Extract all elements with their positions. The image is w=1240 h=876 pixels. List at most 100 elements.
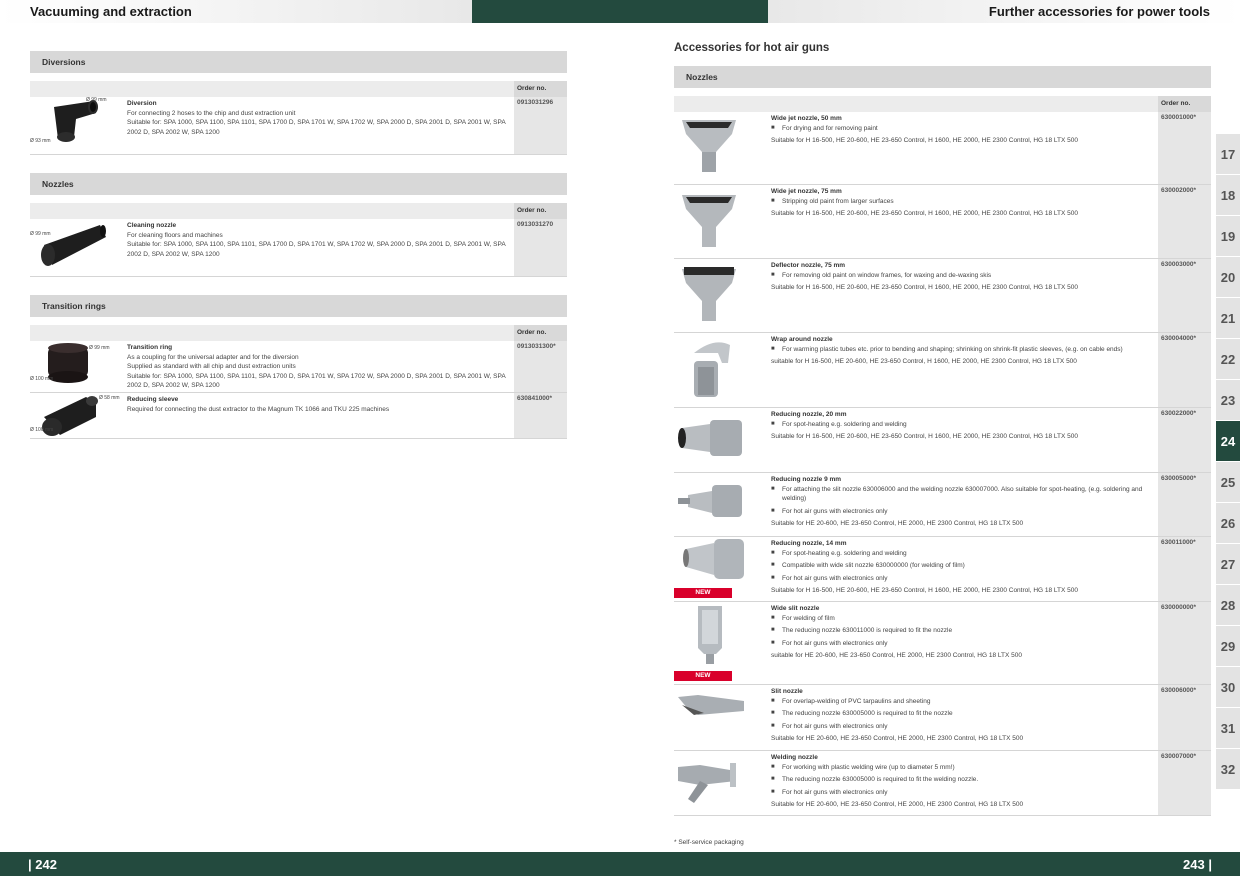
feature-item: ■ For hot air guns with electronics only bbox=[771, 788, 888, 796]
bullet-square-icon: ■ bbox=[771, 345, 775, 352]
bullet-square-icon: ■ bbox=[771, 763, 775, 770]
order-column-label: Order no. bbox=[514, 81, 567, 97]
dimension-label: Ø 99 mm bbox=[86, 97, 107, 103]
feature-item: ■ For drying and for removing paint bbox=[771, 124, 878, 132]
product-row: Reducing nozzle 9 mm ■ For attaching the … bbox=[674, 473, 1211, 537]
product-description: Wide slit nozzle ■ For welding of film ■ T… bbox=[771, 602, 1158, 684]
dimension-label: Ø 99 mm bbox=[89, 345, 110, 351]
feature-item: ■ For hot air guns with electronics only bbox=[771, 507, 888, 515]
compatibility-text: Suitable for HE 20-600, HE 23-650 Contro… bbox=[771, 801, 1024, 808]
chapter-tab-28[interactable]: 28 bbox=[1216, 585, 1240, 625]
product-image bbox=[674, 473, 771, 536]
order-number: 0913031300* bbox=[514, 341, 567, 392]
chapter-tab-24[interactable]: 24 bbox=[1216, 421, 1240, 461]
compatibility-text: Suitable for H 16-500, HE 20-600, HE 23-… bbox=[771, 210, 1078, 217]
order-number: 630004000* bbox=[1158, 333, 1211, 407]
chapter-tab-26[interactable]: 26 bbox=[1216, 503, 1240, 543]
chapter-tab-32[interactable]: 32 bbox=[1216, 749, 1240, 789]
order-number: 630005000* bbox=[1158, 473, 1211, 536]
order-number: 630022000* bbox=[1158, 408, 1211, 472]
feature-item: ■ For hot air guns with electronics only bbox=[771, 574, 888, 582]
product-line: Supplied as standard with all chip and d… bbox=[127, 363, 296, 370]
right-page: Accessories for hot air guns Nozzles Ord… bbox=[674, 42, 1211, 816]
product-row: Ø 99 mm Ø 93 mm Diversion For connecting… bbox=[30, 97, 567, 155]
order-number: 630000000* bbox=[1158, 602, 1211, 684]
order-number: 630001000* bbox=[1158, 112, 1211, 184]
product-name: Wrap around nozzle bbox=[771, 336, 833, 343]
order-number: 630003000* bbox=[1158, 259, 1211, 332]
product-name: Reducing nozzle, 20 mm bbox=[771, 411, 847, 418]
product-image: Ø 99 mm Ø 100 mm bbox=[30, 341, 127, 392]
bullet-square-icon: ■ bbox=[771, 197, 775, 204]
product-image bbox=[674, 112, 771, 184]
product-image: NEW bbox=[674, 537, 771, 601]
chapter-tab-19[interactable]: 19 bbox=[1216, 216, 1240, 256]
product-row: Ø 99 mm Ø 100 mm Transition ring As a co… bbox=[30, 341, 567, 393]
compatibility-text: suitable for H 16-500, HE 20-600, HE 23-… bbox=[771, 358, 1077, 365]
reducing-nozzle-20-image bbox=[678, 420, 742, 456]
bullet-square-icon: ■ bbox=[771, 710, 775, 716]
bullet-square-icon: ■ bbox=[771, 562, 775, 568]
feature-item: ■ Compatible with wide slit nozzle 630000… bbox=[771, 562, 965, 569]
section-diversions: Diversions Order no. Ø 99 mm Ø 93 mm Div… bbox=[30, 51, 567, 155]
wide-jet-nozzle-75-image bbox=[682, 195, 736, 247]
product-description: Slit nozzle ■ For overlap-welding of PVC … bbox=[771, 685, 1158, 750]
bullet-square-icon: ■ bbox=[771, 776, 775, 782]
reducing-nozzle-9-image bbox=[678, 485, 742, 517]
feature-item: ■ The reducing nozzle 630011000 is requir… bbox=[771, 627, 953, 634]
chapter-tab-25[interactable]: 25 bbox=[1216, 462, 1240, 502]
compatibility-text: suitable for HE 20-600, HE 23-650 Contro… bbox=[771, 652, 1022, 659]
product-image: Ø 99 mm bbox=[30, 219, 127, 276]
feature-item: ■ For hot air guns with electronics only bbox=[771, 722, 888, 730]
footnote: * Self-service packaging bbox=[674, 839, 744, 846]
product-line: Suitable for: SPA 1000, SPA 1100, SPA 11… bbox=[127, 241, 506, 258]
compatibility-text: Suitable for H 16-500, HE 20-600, HE 23-… bbox=[771, 433, 1078, 440]
compatibility-text: Suitable for HE 20-600, HE 23-650 Contro… bbox=[771, 520, 1024, 527]
chapter-tab-31[interactable]: 31 bbox=[1216, 708, 1240, 748]
product-row: Wrap around nozzle ■ For warming plastic … bbox=[674, 333, 1211, 408]
welding-nozzle-image bbox=[678, 763, 736, 803]
feature-item: ■ For welding of film bbox=[771, 614, 835, 622]
product-name: Cleaning nozzle bbox=[127, 222, 177, 229]
product-image: Ø 58 mm Ø 100 mm bbox=[30, 393, 127, 438]
column-header: Order no. bbox=[30, 81, 567, 97]
feature-item: ■ The reducing nozzle 630005000 is requir… bbox=[771, 710, 953, 717]
section-transition-rings: Transition rings Order no. Ø 99 mm Ø 100… bbox=[30, 295, 567, 439]
column-header: Order no. bbox=[30, 325, 567, 341]
feature-item: ■ Stripping old paint from larger surface… bbox=[771, 197, 894, 205]
product-image: NEW bbox=[674, 602, 771, 684]
product-image bbox=[674, 259, 771, 332]
deflector-nozzle-image bbox=[682, 267, 736, 321]
header-left: Vacuuming and extraction bbox=[0, 0, 472, 23]
bullet-square-icon: ■ bbox=[771, 697, 775, 704]
chapter-tab-27[interactable]: 27 bbox=[1216, 544, 1240, 584]
product-row: NEW Wide slit nozzle ■ For welding of fil… bbox=[674, 602, 1211, 685]
chapter-tabs: 17 18 19 20 21 22 23 24 25 26 27 28 29 3… bbox=[1216, 134, 1240, 790]
product-row: Wide jet nozzle, 75 mm ■ Stripping old pa… bbox=[674, 185, 1211, 259]
bullet-square-icon: ■ bbox=[771, 574, 775, 581]
bullet-square-icon: ■ bbox=[771, 485, 775, 492]
chapter-tab-18[interactable]: 18 bbox=[1216, 175, 1240, 215]
chapter-tab-20[interactable]: 20 bbox=[1216, 257, 1240, 297]
product-line: Suitable for: SPA 1000, SPA 1100, SPA 11… bbox=[127, 372, 506, 390]
chapter-tab-30[interactable]: 30 bbox=[1216, 667, 1240, 707]
order-column-label: Order no. bbox=[1158, 96, 1211, 112]
feature-item: ■ For hot air guns with electronics only bbox=[771, 639, 888, 647]
column-header: Order no. bbox=[30, 203, 567, 219]
chapter-tab-22[interactable]: 22 bbox=[1216, 339, 1240, 379]
chapter-tab-21[interactable]: 21 bbox=[1216, 298, 1240, 338]
chapter-tab-29[interactable]: 29 bbox=[1216, 626, 1240, 666]
chapter-tab-17[interactable]: 17 bbox=[1216, 134, 1240, 174]
product-row: Slit nozzle ■ For overlap-welding of PVC … bbox=[674, 685, 1211, 751]
product-description: Reducing nozzle, 20 mm ■ For spot-heating… bbox=[771, 408, 1158, 472]
left-page-number: | 242 bbox=[28, 856, 57, 872]
product-line: For cleaning floors and machines bbox=[127, 231, 223, 239]
chapter-tab-23[interactable]: 23 bbox=[1216, 380, 1240, 420]
compatibility-text: Suitable for H 16-500, HE 20-600, HE 23-… bbox=[771, 587, 1078, 594]
feature-item: ■ For removing old paint on window frames… bbox=[771, 271, 992, 279]
order-number: 0913031296 bbox=[514, 97, 567, 154]
dimension-label: Ø 58 mm bbox=[99, 395, 120, 401]
product-line: As a coupling for the universal adapter … bbox=[127, 353, 299, 361]
dimension-label: Ø 99 mm bbox=[30, 231, 51, 237]
order-number: 0913031270 bbox=[514, 219, 567, 276]
